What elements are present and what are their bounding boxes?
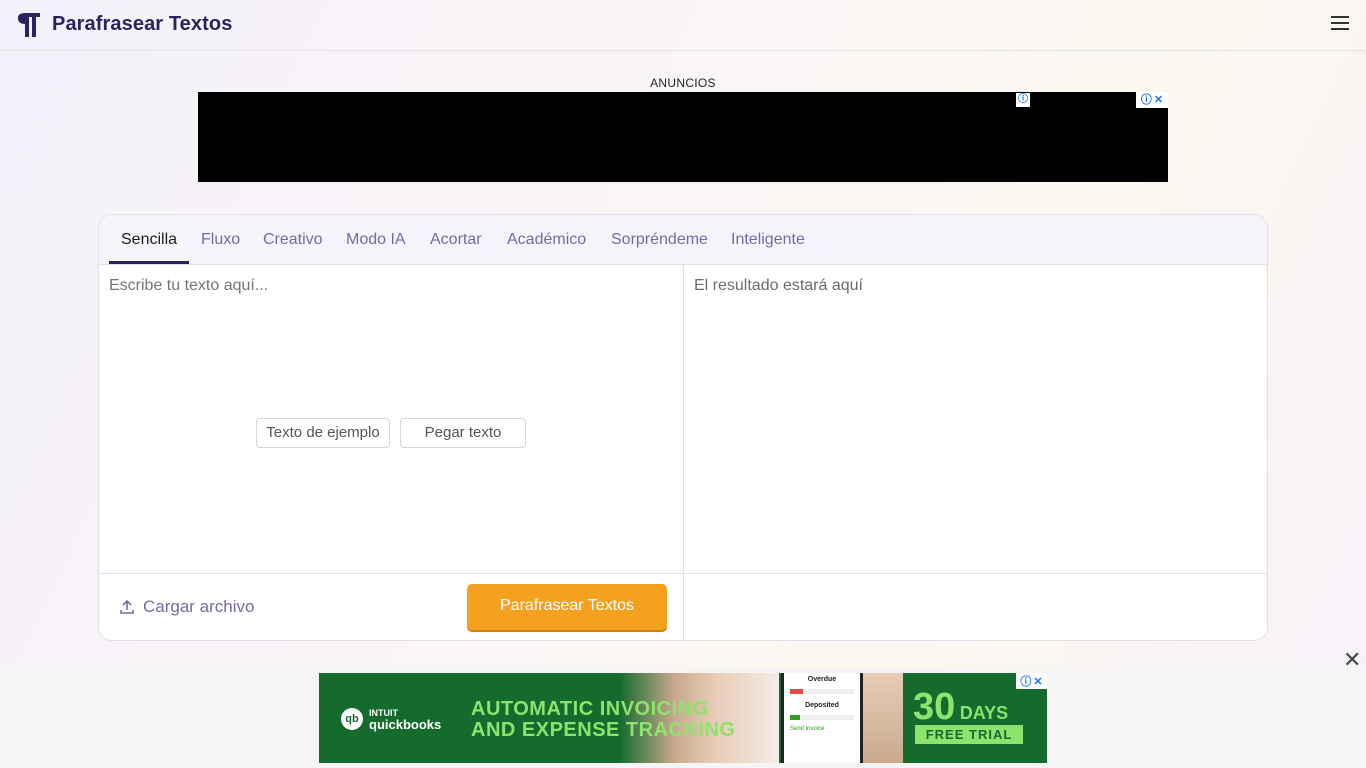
hamburger-menu-icon[interactable] bbox=[1331, 16, 1349, 30]
sample-text-button[interactable]: Texto de ejemplo bbox=[256, 418, 390, 448]
output-placeholder: El resultado estará aquí bbox=[694, 277, 863, 294]
phone-link: Send invoice bbox=[790, 726, 825, 732]
close-icon[interactable]: ✕ bbox=[1343, 649, 1361, 671]
paraphrase-button[interactable]: Parafrasear Textos bbox=[467, 584, 667, 630]
tab-acortar[interactable]: Acortar bbox=[430, 231, 482, 249]
upload-icon bbox=[120, 599, 134, 614]
input-textarea[interactable] bbox=[109, 277, 669, 295]
pane-divider bbox=[683, 265, 684, 640]
ad-close-icon[interactable]: ✕ bbox=[1033, 675, 1042, 688]
tab-academico[interactable]: Académico bbox=[507, 231, 586, 249]
ad-choices-bottom[interactable]: ⓘ ✕ bbox=[1016, 673, 1047, 689]
tab-fluxo[interactable]: Fluxo bbox=[201, 231, 240, 249]
tab-sorprendeme[interactable]: Sorpréndeme bbox=[611, 231, 708, 249]
paste-text-button[interactable]: Pegar texto bbox=[400, 418, 526, 448]
ad-choices[interactable]: ⓘ ✕ bbox=[1136, 92, 1168, 108]
upload-label: Cargar archivo bbox=[143, 597, 255, 616]
tab-modo-ia[interactable]: Modo IA bbox=[346, 231, 406, 249]
ad-headline: AUTOMATIC INVOICING AND EXPENSE TRACKING bbox=[471, 699, 771, 741]
ad-label: ANUNCIOS bbox=[650, 76, 716, 90]
ad-headline-line-1: AUTOMATIC INVOICING bbox=[471, 698, 709, 720]
ad-headline-line-2: AND EXPENSE TRACKING bbox=[471, 719, 736, 741]
ad-info-icon[interactable]: ⓘ bbox=[1020, 673, 1031, 689]
tab-inteligente[interactable]: Inteligente bbox=[731, 231, 805, 249]
deposited-bar bbox=[790, 715, 854, 720]
upload-file-button[interactable]: Cargar archivo bbox=[119, 597, 255, 617]
brand-title[interactable]: Parafrasear Textos bbox=[52, 13, 232, 36]
tab-creativo[interactable]: Creativo bbox=[263, 231, 323, 249]
ad-trial-badge: FREE TRIAL bbox=[915, 725, 1023, 744]
ad-banner-bottom[interactable]: qb INTUIT quickbooks AUTOMATIC INVOICING… bbox=[319, 673, 1047, 763]
ad-phone-mockup: Overdue Deposited Send invoice bbox=[781, 673, 863, 763]
quickbooks-icon: qb bbox=[341, 708, 363, 730]
quickbooks-logo: qb INTUIT quickbooks bbox=[341, 708, 442, 732]
tab-sencilla[interactable]: Sencilla bbox=[121, 231, 177, 249]
ad-days: 30 DAYS bbox=[913, 686, 1009, 728]
active-tab-indicator bbox=[109, 261, 189, 264]
pilcrow-icon[interactable] bbox=[16, 12, 42, 38]
ad-close-icon[interactable]: ✕ bbox=[1154, 93, 1163, 107]
phone-title-2: Deposited bbox=[805, 702, 839, 709]
ad-info-icon[interactable]: ⓘ bbox=[1141, 93, 1152, 107]
ad-brand: quickbooks bbox=[369, 717, 442, 732]
phone-title: Overdue bbox=[807, 676, 837, 683]
mode-tabs: Sencilla Fluxo Creativo Modo IA Acortar … bbox=[99, 215, 1267, 265]
paraphrase-card: Sencilla Fluxo Creativo Modo IA Acortar … bbox=[98, 214, 1268, 641]
ad-info-icon[interactable]: ⓘ bbox=[1016, 93, 1030, 107]
ad-days-word: DAYS bbox=[959, 703, 1009, 723]
overdue-bar bbox=[790, 689, 854, 694]
ad-days-number: 30 bbox=[913, 686, 956, 728]
ad-hand-photo bbox=[863, 673, 903, 763]
header: Parafrasear Textos bbox=[0, 0, 1366, 51]
footer-divider bbox=[99, 573, 1267, 574]
